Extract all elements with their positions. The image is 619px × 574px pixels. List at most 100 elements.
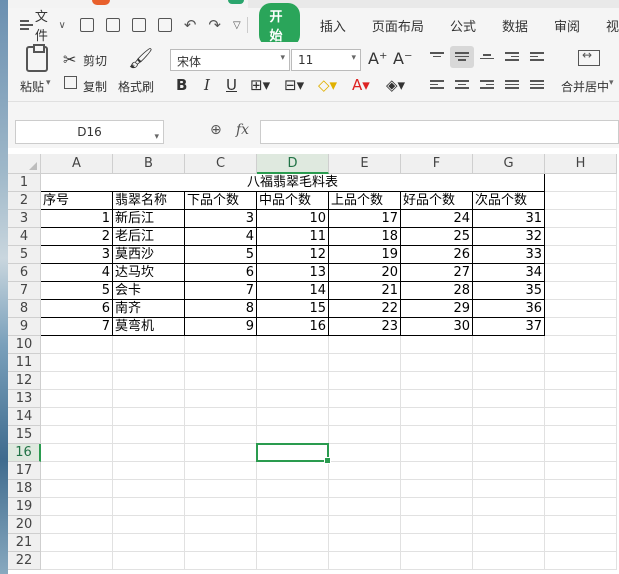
cell[interactable] bbox=[545, 300, 617, 318]
table-data-cell[interactable]: 7 bbox=[41, 318, 113, 336]
cell[interactable] bbox=[113, 480, 185, 498]
bold-button[interactable]: B bbox=[176, 76, 187, 94]
table-data-cell[interactable]: 25 bbox=[401, 228, 473, 246]
table-data-cell[interactable]: 7 bbox=[185, 282, 257, 300]
cell[interactable] bbox=[113, 462, 185, 480]
cell[interactable] bbox=[113, 552, 185, 570]
row-header-1[interactable]: 1 bbox=[8, 174, 41, 192]
table-header-cell[interactable]: 次品个数 bbox=[473, 192, 545, 210]
underline-button[interactable]: U bbox=[226, 76, 237, 94]
cell[interactable] bbox=[401, 498, 473, 516]
cell[interactable] bbox=[185, 372, 257, 390]
column-header-a[interactable]: A bbox=[41, 154, 113, 174]
table-data-cell[interactable]: 32 bbox=[473, 228, 545, 246]
cell[interactable] bbox=[113, 336, 185, 354]
row-header-8[interactable]: 8 bbox=[8, 300, 41, 318]
redo-icon[interactable]: ↷ bbox=[208, 18, 221, 33]
cell[interactable] bbox=[329, 516, 401, 534]
cell[interactable] bbox=[329, 498, 401, 516]
table-data-cell[interactable]: 莫西沙 bbox=[113, 246, 185, 264]
table-data-cell[interactable]: 4 bbox=[41, 264, 113, 282]
cell[interactable] bbox=[257, 390, 329, 408]
clear-format-icon[interactable]: ◈▾ bbox=[386, 76, 405, 94]
italic-button[interactable]: I bbox=[204, 76, 210, 94]
cell[interactable] bbox=[329, 444, 401, 462]
font-color-icon[interactable]: A▾ bbox=[352, 76, 370, 94]
decrease-font-icon[interactable]: A⁻ bbox=[393, 49, 412, 68]
cell[interactable] bbox=[545, 480, 617, 498]
cell[interactable] bbox=[185, 408, 257, 426]
print-icon[interactable] bbox=[131, 18, 146, 32]
cell[interactable] bbox=[401, 390, 473, 408]
cell[interactable] bbox=[473, 444, 545, 462]
cell[interactable] bbox=[473, 408, 545, 426]
cell[interactable] bbox=[257, 462, 329, 480]
font-name-select[interactable]: 宋体 ▾ bbox=[170, 49, 290, 71]
cell[interactable] bbox=[113, 372, 185, 390]
align-center-icon[interactable] bbox=[455, 80, 469, 92]
cell[interactable] bbox=[545, 192, 617, 210]
cell[interactable] bbox=[257, 408, 329, 426]
cell[interactable] bbox=[473, 498, 545, 516]
row-header-21[interactable]: 21 bbox=[8, 534, 41, 552]
paste-icon[interactable] bbox=[26, 44, 48, 72]
zoom-icon[interactable]: ⊕ bbox=[210, 122, 222, 138]
tab-home[interactable]: 开始 bbox=[259, 3, 300, 47]
table-data-cell[interactable]: 1 bbox=[41, 210, 113, 228]
table-data-cell[interactable]: 8 bbox=[185, 300, 257, 318]
undo-icon[interactable]: ↶ bbox=[184, 18, 197, 33]
table-data-cell[interactable]: 9 bbox=[185, 318, 257, 336]
tab-view[interactable]: 视 bbox=[606, 16, 619, 35]
column-header-d[interactable]: D bbox=[257, 154, 329, 174]
table-data-cell[interactable]: 27 bbox=[401, 264, 473, 282]
cell[interactable] bbox=[113, 408, 185, 426]
table-data-cell[interactable]: 4 bbox=[185, 228, 257, 246]
tab-review[interactable]: 审阅 bbox=[554, 16, 580, 35]
cell[interactable] bbox=[401, 480, 473, 498]
table-data-cell[interactable]: 28 bbox=[401, 282, 473, 300]
table-data-cell[interactable]: 18 bbox=[329, 228, 401, 246]
cell[interactable] bbox=[401, 516, 473, 534]
cell[interactable] bbox=[257, 552, 329, 570]
cell[interactable] bbox=[545, 462, 617, 480]
table-data-cell[interactable]: 新后江 bbox=[113, 210, 185, 228]
cell[interactable] bbox=[401, 534, 473, 552]
table-data-cell[interactable]: 南齐 bbox=[113, 300, 185, 318]
fx-icon[interactable]: fx bbox=[236, 122, 249, 138]
cell[interactable] bbox=[113, 390, 185, 408]
cell[interactable] bbox=[185, 462, 257, 480]
file-menu[interactable]: 文件 ∨ bbox=[20, 6, 66, 44]
column-header-g[interactable]: G bbox=[473, 154, 545, 174]
table-data-cell[interactable]: 6 bbox=[185, 264, 257, 282]
row-header-15[interactable]: 15 bbox=[8, 426, 41, 444]
cell[interactable] bbox=[545, 408, 617, 426]
align-top-icon[interactable] bbox=[430, 52, 444, 64]
cell[interactable] bbox=[41, 498, 113, 516]
row-header-9[interactable]: 9 bbox=[8, 318, 41, 336]
indent-increase-icon[interactable] bbox=[530, 52, 544, 64]
select-all-corner[interactable] bbox=[8, 154, 41, 174]
column-header-b[interactable]: B bbox=[113, 154, 185, 174]
cell[interactable] bbox=[113, 534, 185, 552]
table-data-cell[interactable]: 29 bbox=[401, 300, 473, 318]
cell[interactable] bbox=[257, 534, 329, 552]
column-header-c[interactable]: C bbox=[185, 154, 257, 174]
cell[interactable] bbox=[473, 354, 545, 372]
print-preview-icon[interactable] bbox=[157, 18, 172, 32]
cell[interactable] bbox=[545, 498, 617, 516]
cell[interactable] bbox=[185, 534, 257, 552]
cell[interactable] bbox=[257, 516, 329, 534]
row-header-22[interactable]: 22 bbox=[8, 552, 41, 570]
table-data-cell[interactable]: 26 bbox=[401, 246, 473, 264]
table-data-cell[interactable]: 20 bbox=[329, 264, 401, 282]
row-header-6[interactable]: 6 bbox=[8, 264, 41, 282]
cell[interactable] bbox=[473, 390, 545, 408]
cell[interactable] bbox=[185, 354, 257, 372]
scissors-icon[interactable]: ✂ bbox=[63, 50, 76, 69]
border-icon[interactable]: ⊞▾ bbox=[250, 76, 270, 94]
tab-data[interactable]: 数据 bbox=[502, 16, 528, 35]
row-header-17[interactable]: 17 bbox=[8, 462, 41, 480]
cell[interactable] bbox=[185, 498, 257, 516]
row-header-12[interactable]: 12 bbox=[8, 372, 41, 390]
table-title[interactable]: 八福翡翠毛料表 bbox=[41, 174, 545, 192]
